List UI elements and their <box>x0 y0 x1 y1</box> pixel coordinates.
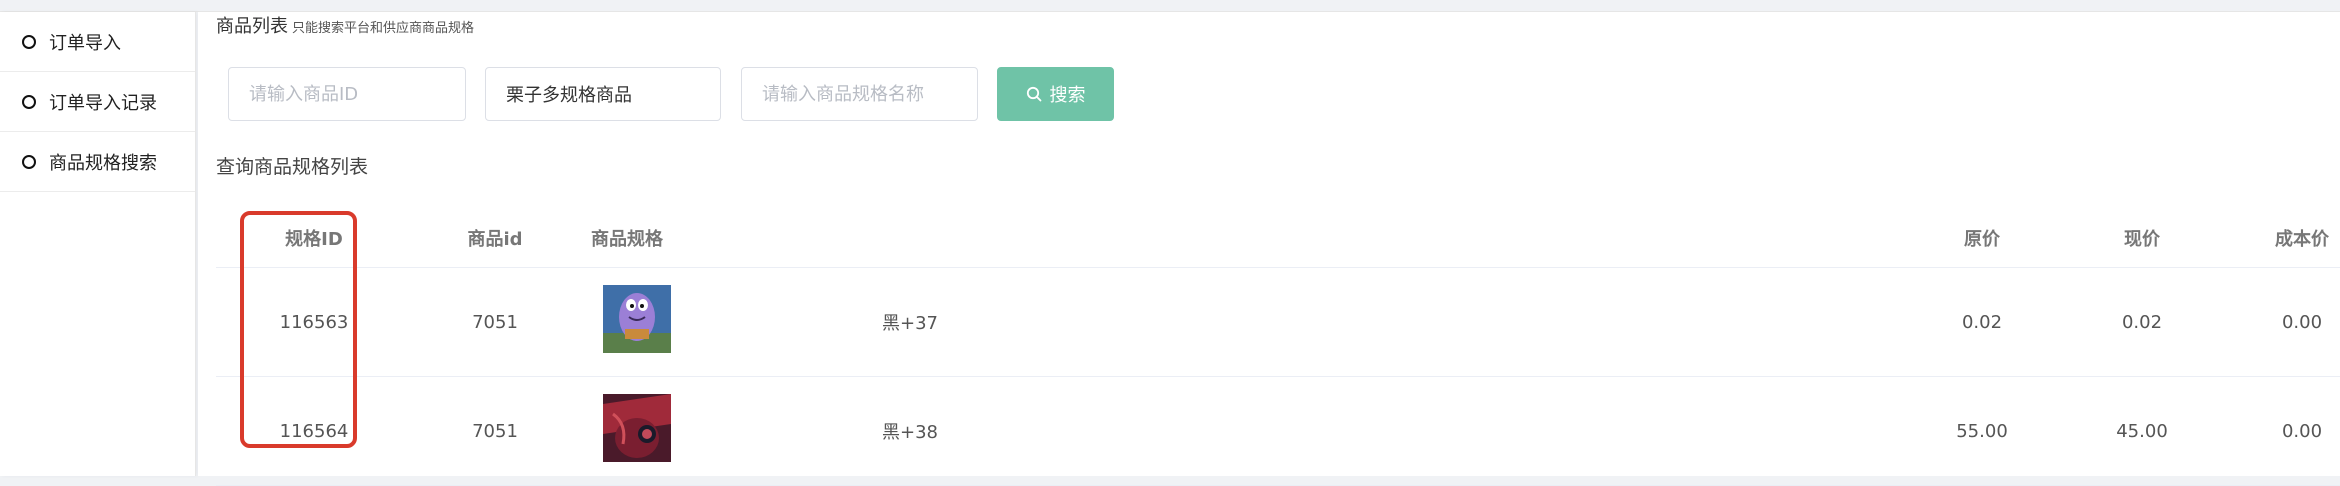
sidebar: 订单导入 订单导入记录 商品规格搜索 <box>0 12 196 476</box>
product-id-cell: 7051 <box>472 420 518 442</box>
page-title: 商品列表 只能搜索平台和供应商商品规格 <box>216 12 474 38</box>
product-thumbnail <box>603 285 671 353</box>
sidebar-item-label: 订单导入记录 <box>49 92 157 114</box>
sidebar-item-label: 订单导入 <box>49 32 121 54</box>
circle-icon <box>22 94 36 109</box>
sidebar-item-label: 商品规格搜索 <box>49 152 157 174</box>
section-title: 查询商品规格列表 <box>216 156 369 178</box>
product-name-input[interactable] <box>485 67 721 121</box>
main-content: 商品列表只能搜索平台和供应商商品规格 搜索 查询商品规格列表 规格ID 商品id… <box>198 12 2340 486</box>
original-price-cell: 55.00 <box>1956 420 2008 442</box>
search-icon <box>1026 86 1041 102</box>
cost-price-cell: 0.00 <box>2281 311 2323 333</box>
sidebar-item-order-import[interactable]: 订单导入 <box>0 12 195 72</box>
spec-name-input[interactable] <box>741 67 978 121</box>
search-button-label: 搜索 <box>1049 85 1086 106</box>
spec-cell: 黑+37 <box>882 313 938 334</box>
page-title-text: 商品列表 <box>216 16 288 37</box>
current-price-cell: 0.02 <box>2121 311 2163 333</box>
header-current-price: 现价 <box>2124 228 2160 250</box>
header-spec-id: 规格ID <box>285 228 343 250</box>
product-thumbnail <box>603 394 671 462</box>
table-row: 116564 7051 黑+38 55.00 45.00 0.00 <box>216 377 2340 486</box>
header-product-id: 商品id <box>467 228 523 250</box>
circle-icon <box>22 34 36 49</box>
table-row: 116563 7051 黑+37 0.02 0.02 0.00 <box>216 268 2340 377</box>
product-id-input[interactable] <box>228 67 466 121</box>
spec-table: 规格ID 商品id 商品规格 原价 现价 成本价 116563 7051 黑+3… <box>216 208 2340 486</box>
table-header: 规格ID 商品id 商品规格 原价 现价 成本价 <box>216 208 2340 268</box>
cost-price-cell: 0.00 <box>2281 420 2323 442</box>
spec-id-cell: 116563 <box>279 311 349 333</box>
page-subtitle: 只能搜索平台和供应商商品规格 <box>292 21 475 36</box>
original-price-cell: 0.02 <box>1961 311 2003 333</box>
current-price-cell: 45.00 <box>2116 420 2168 442</box>
sidebar-item-order-import-records[interactable]: 订单导入记录 <box>0 72 195 132</box>
spec-cell: 黑+38 <box>882 422 938 443</box>
header-original-price: 原价 <box>1964 228 2000 250</box>
sidebar-item-spec-search[interactable]: 商品规格搜索 <box>0 132 195 192</box>
header-cost-price: 成本价 <box>2275 228 2329 250</box>
spec-id-cell: 116564 <box>279 420 349 442</box>
header-spec: 商品规格 <box>591 228 663 250</box>
top-bar <box>0 0 2340 12</box>
product-id-cell: 7051 <box>472 311 518 333</box>
circle-icon <box>22 154 36 169</box>
search-button[interactable]: 搜索 <box>997 67 1114 121</box>
